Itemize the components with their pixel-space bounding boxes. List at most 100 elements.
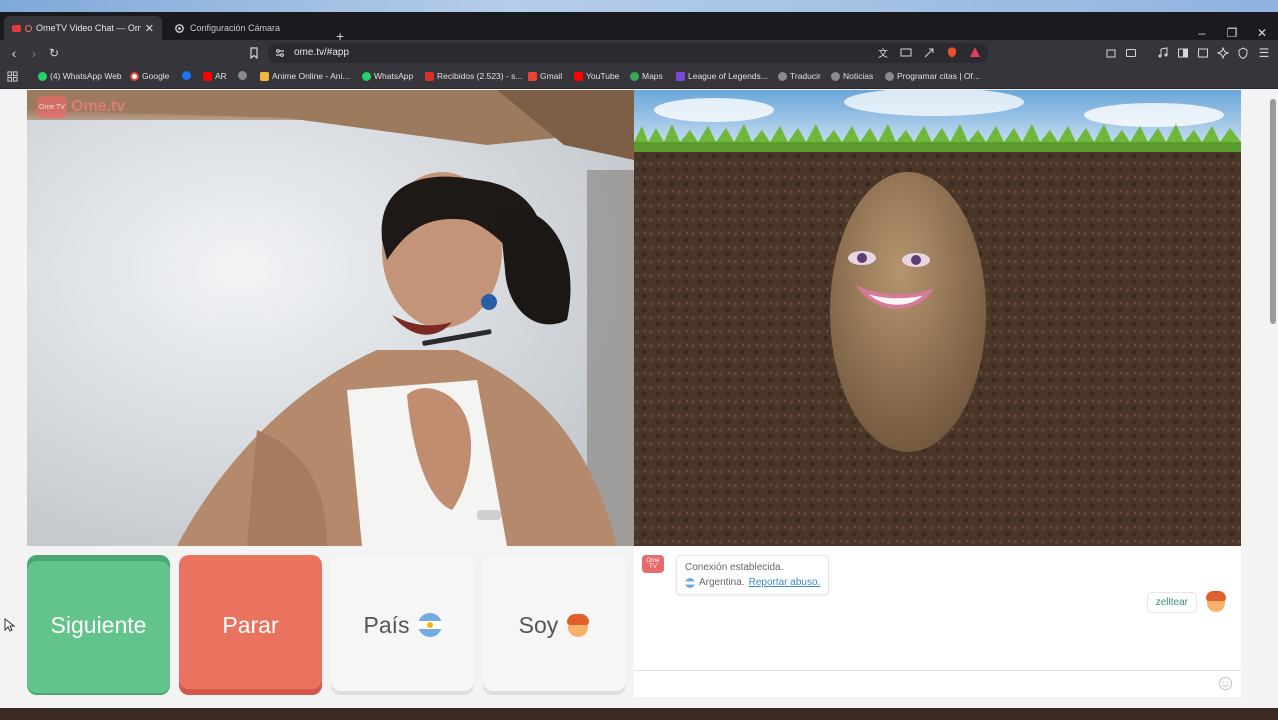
svg-text:文: 文 [878,47,888,59]
media-icon[interactable] [1157,47,1169,59]
globe-icon [778,71,787,81]
bookmark-label: (4) WhatsApp Web [50,71,122,81]
bookmark-league-of-legends[interactable]: League of Legends... [676,71,768,81]
bookmark-traducir[interactable]: Traducir [778,71,821,81]
next-button-label: Siguiente [50,611,147,638]
minimize-icon[interactable]: – [1192,26,1212,40]
bookmark-label: Google [142,71,170,81]
person-emoji-icon [566,613,590,637]
recording-indicator-icon [25,24,32,32]
sidebar-icon[interactable] [1177,47,1189,59]
bookmark-label: Programar citas | Of... [897,71,980,81]
gmail-icon [425,71,434,81]
page-scrollbar[interactable] [1268,89,1278,709]
google-icon [130,71,139,81]
wallet-icon[interactable] [1125,47,1137,59]
youtube-style-favicon-icon [12,24,21,32]
country-button[interactable]: País [331,555,474,695]
stop-button-label: Parar [222,611,279,638]
reload-icon[interactable]: ↻ [46,44,62,62]
facebook-icon [182,71,191,80]
youtube-icon [203,71,212,81]
bookmark-whatsapp[interactable]: WhatsApp [362,71,413,81]
bookmark-label: YouTube [586,71,620,81]
gear-icon [175,23,184,33]
page-bottom-background [0,708,1278,720]
close-window-icon[interactable]: ✕ [1252,26,1272,40]
bookmark-label: Gmail [540,71,563,81]
translate-icon[interactable]: 文 [877,47,889,59]
report-abuse-link[interactable]: Reportar abuso. [749,575,821,590]
bookmark-facebook[interactable] [182,71,194,80]
system-message: Conexión establecida. Argentina. Reporta… [676,555,830,595]
chat-input[interactable] [634,670,1241,697]
argentina-flag-icon [685,577,695,588]
rewards-triangle-icon[interactable] [969,46,981,58]
cast-icon[interactable] [900,47,912,59]
bookmark-label: Recibidos (2.523) - s... [437,71,523,81]
bookmark-google[interactable]: Google [130,71,169,81]
bookmark-anime-online[interactable]: Anime Online - Ani... [260,71,349,81]
emoji-picker-icon[interactable] [1218,676,1233,691]
bookmark-gmail[interactable]: Gmail [528,71,562,81]
mouse-cursor-icon [4,618,16,632]
globe-icon [831,71,840,81]
desktop-wallpaper-strip [0,0,1278,12]
ometv-logo-text: Ome.tv [71,98,126,115]
potato-filter-illustration [634,90,1241,546]
stranger-video [634,90,1241,546]
bookmarks-bar: (4) WhatsApp Web Google AR Anime Online … [0,66,1278,89]
bookmark-label: AR [215,71,227,81]
site-settings-icon[interactable] [274,47,286,59]
bookmark-youtube[interactable]: YouTube [574,71,619,81]
brave-shield-icon[interactable] [946,46,958,58]
bookmark-programar-citas[interactable]: Programar citas | Of... [885,71,980,81]
ometv-page: Ome TV Ome.tv Siguiente Parar País Soy O… [0,89,1278,720]
back-icon[interactable]: ‹ [6,44,22,62]
stranger-country: Argentina. [699,577,745,588]
bookmark-globe[interactable] [238,71,250,80]
share-icon[interactable] [923,47,935,59]
next-button[interactable]: Siguiente [27,555,170,695]
username-badge[interactable]: zelltear [1146,592,1197,613]
stop-button[interactable]: Parar [179,555,322,695]
bookmark-noticias[interactable]: Noticias [831,71,873,81]
country-button-label: País [363,611,410,638]
bookmark-label: WhatsApp [374,71,414,81]
bookmark-ar[interactable]: AR [203,71,227,81]
url-text: ome.tv/#app [294,47,350,58]
forward-icon[interactable]: › [26,44,42,62]
maximize-icon[interactable]: ❐ [1222,26,1242,40]
reading-list-icon[interactable] [1197,47,1209,59]
bookmark-recibidos[interactable]: Recibidos (2.523) - s... [425,71,523,81]
scrollbar-thumb[interactable] [1270,99,1276,324]
tab-bar: OmeTV Video Chat — Omeg ✕ Configuración … [0,12,1278,44]
extensions-icon[interactable] [1105,47,1117,59]
chat-panel: Ome TV Conexión establecida. Argentina. … [634,546,1241,697]
bookmark-icon[interactable] [248,47,260,59]
menu-icon[interactable]: ☰ [1256,44,1272,62]
close-tab-icon[interactable]: ✕ [145,22,154,35]
navigation-bar: ‹ › ↻ ome.tv/#app 文 ☰ [0,40,1278,66]
vpn-shield-icon[interactable] [1237,47,1249,59]
argentina-flag-icon [417,613,442,637]
person-emoji-icon [1205,590,1227,612]
whatsapp-icon [362,71,371,81]
apps-grid-icon[interactable] [7,71,18,82]
anime-site-icon [260,71,269,81]
ometv-logo-icon: Ome TV [37,96,67,118]
bookmark-label: Noticias [843,71,874,81]
webcam-person-illustration [27,90,634,546]
bookmark-maps[interactable]: Maps [630,71,663,81]
gender-button-label: Soy [518,611,559,638]
youtube-icon [574,71,583,81]
gender-button[interactable]: Soy [483,555,626,695]
whatsapp-icon [38,71,47,81]
tab-camera-settings[interactable]: Configuración Cámara [166,16,328,40]
bookmark-whatsapp-web[interactable]: (4) WhatsApp Web [38,71,122,81]
tab-ometv[interactable]: OmeTV Video Chat — Omeg ✕ [4,16,162,40]
leo-ai-icon[interactable] [1217,47,1229,59]
connection-status: Conexión establecida. [685,562,784,573]
globe-icon [885,71,894,81]
bookmark-label: Traducir [790,71,821,81]
